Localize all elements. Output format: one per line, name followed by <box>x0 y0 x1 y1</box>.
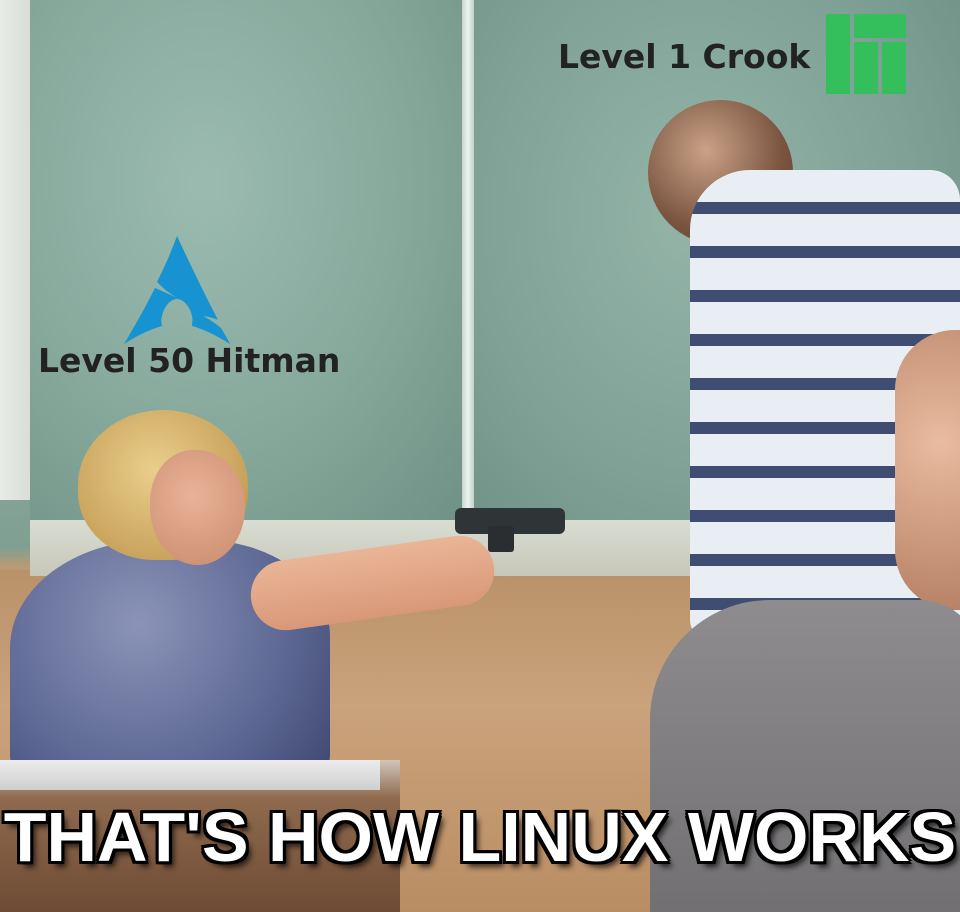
manjaro-logo-icon <box>826 14 906 94</box>
meme-image: Level 50 Hitman Level 1 Crook THAT'S HOW… <box>0 0 960 912</box>
desk-papers <box>0 760 380 790</box>
chalkboard-divider <box>462 0 474 520</box>
meme-caption: THAT'S HOW LINUX WORKS <box>3 798 957 876</box>
label-level-50-hitman: Level 50 Hitman <box>38 341 341 380</box>
pistol-grip <box>488 526 514 552</box>
arch-linux-logo-icon <box>124 236 230 344</box>
seated-student-head <box>895 330 960 610</box>
board-frame <box>0 0 34 500</box>
teacher-face <box>150 450 245 565</box>
label-level-1-crook: Level 1 Crook <box>558 37 811 76</box>
